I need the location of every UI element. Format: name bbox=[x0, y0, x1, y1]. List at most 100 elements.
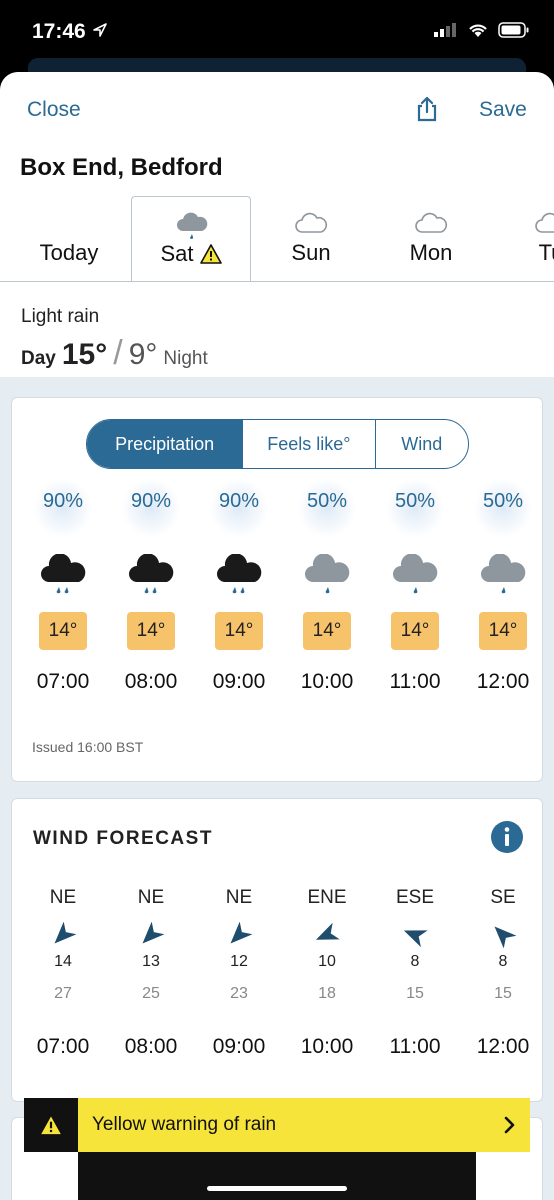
wind-arrow-icon bbox=[142, 921, 165, 944]
heavy-rain-cloud-icon bbox=[129, 554, 174, 594]
tab-sun[interactable]: Sun bbox=[251, 196, 371, 281]
close-button[interactable]: Close bbox=[27, 98, 81, 122]
wifi-icon bbox=[469, 24, 487, 37]
wind-time: 08:00 bbox=[124, 1035, 178, 1058]
sheet-header: Close Save Box End, Bedford Today Sat Su… bbox=[0, 72, 554, 282]
cloud-icon bbox=[535, 212, 554, 233]
temp-badge: 14° bbox=[391, 612, 439, 650]
rain-cloud-icon bbox=[177, 212, 208, 239]
chevron-right-icon bbox=[504, 1116, 515, 1134]
share-icon[interactable] bbox=[413, 95, 441, 123]
wind-direction: SE bbox=[490, 887, 516, 908]
hour-time: 08:00 bbox=[124, 670, 178, 693]
temp-badge: 14° bbox=[215, 612, 263, 650]
hour-time: 10:00 bbox=[300, 670, 354, 693]
hour-time: 09:00 bbox=[212, 670, 266, 693]
light-rain-cloud-icon bbox=[305, 554, 350, 594]
wind-speed: 13 bbox=[142, 953, 160, 970]
wind-gust: 23 bbox=[230, 985, 248, 1002]
warning-text: Yellow warning of rain bbox=[92, 1114, 277, 1135]
wind-direction: ESE bbox=[395, 887, 435, 908]
info-icon[interactable] bbox=[490, 820, 524, 854]
tab-label: Tu bbox=[538, 240, 554, 265]
heavy-rain-cloud-icon bbox=[217, 554, 262, 594]
wind-gust: 25 bbox=[142, 985, 160, 1002]
wind-direction: NE bbox=[137, 887, 165, 908]
precip-percent: 90% bbox=[218, 490, 260, 512]
precip-percent: 50% bbox=[306, 490, 348, 512]
hour-time: 07:00 bbox=[36, 670, 90, 693]
segment-feels-like[interactable]: Feels like° bbox=[243, 420, 376, 468]
wind-speed: 8 bbox=[410, 953, 420, 970]
wind-time: 11:00 bbox=[389, 1035, 441, 1058]
precip-percent: 50% bbox=[482, 490, 524, 512]
tab-label: Mon bbox=[409, 240, 453, 265]
wind-arrow-icon bbox=[230, 921, 253, 944]
wind-time: 10:00 bbox=[300, 1035, 354, 1058]
wind-direction: NE bbox=[49, 887, 77, 908]
home-indicator[interactable] bbox=[207, 1186, 347, 1191]
warning-map-preview bbox=[78, 1152, 476, 1200]
day-label: Day bbox=[21, 348, 56, 369]
warning-banner[interactable]: Yellow warning of rain bbox=[24, 1098, 530, 1152]
status-time: 17:46 bbox=[32, 20, 86, 43]
warning-triangle-icon bbox=[199, 244, 222, 264]
tab-tue[interactable]: Tu bbox=[491, 196, 554, 281]
wind-direction: NE bbox=[225, 887, 253, 908]
tab-label: Sun bbox=[291, 240, 331, 265]
save-button[interactable]: Save bbox=[479, 98, 527, 122]
wind-gust: 15 bbox=[406, 985, 424, 1002]
hour-time: 12:00 bbox=[476, 670, 530, 693]
cloud-icon bbox=[415, 212, 448, 233]
night-temp: 9° bbox=[128, 338, 158, 371]
light-rain-cloud-icon bbox=[481, 554, 526, 594]
heavy-rain-cloud-icon bbox=[41, 554, 86, 594]
temp-badge: 14° bbox=[39, 612, 87, 650]
location-title: Box End, Bedford bbox=[20, 154, 223, 181]
wind-gust: 15 bbox=[494, 985, 512, 1002]
wind-speed: 8 bbox=[498, 953, 508, 970]
wind-speed: 10 bbox=[318, 953, 336, 970]
day-temp: 15° bbox=[61, 338, 108, 371]
hourly-card: Precipitation Feels like° Wind 90% 14° 0… bbox=[11, 397, 543, 782]
precip-percent: 90% bbox=[130, 490, 172, 512]
cloud-icon bbox=[295, 212, 328, 233]
wind-arrow-icon bbox=[54, 921, 77, 944]
segment-wind[interactable]: Wind bbox=[376, 420, 469, 468]
night-label: Night bbox=[163, 348, 208, 369]
precip-percent: 50% bbox=[394, 490, 436, 512]
wind-forecast-card: WIND FORECAST NE 14 27 07:00 NE 13 25 08… bbox=[11, 798, 543, 1102]
light-rain-cloud-icon bbox=[393, 554, 438, 594]
day-summary: Light rain Day 15° / 9° Night bbox=[0, 282, 554, 377]
battery-icon bbox=[498, 22, 529, 38]
tab-sat[interactable]: Sat bbox=[131, 196, 251, 281]
issued-text: Issued 16:00 BST bbox=[32, 739, 144, 755]
segment-precipitation[interactable]: Precipitation bbox=[87, 420, 244, 468]
temp-divider: / bbox=[113, 334, 123, 372]
day-tabs: Today Sat Sun Mon T bbox=[0, 196, 554, 282]
wind-arrow-icon bbox=[315, 922, 340, 940]
tab-today[interactable]: Today bbox=[9, 196, 129, 281]
wind-time: 07:00 bbox=[36, 1035, 90, 1058]
wind-time: 09:00 bbox=[212, 1035, 266, 1058]
day-night-temps: Day 15° / 9° Night bbox=[21, 334, 208, 373]
wind-gust: 18 bbox=[318, 985, 336, 1002]
wind-forecast-title: WIND FORECAST bbox=[33, 828, 213, 849]
view-segmented-control: Precipitation Feels like° Wind bbox=[86, 419, 469, 469]
temp-badge: 14° bbox=[479, 612, 527, 650]
wind-arrow-icon bbox=[494, 926, 517, 949]
temp-badge: 14° bbox=[303, 612, 351, 650]
location-arrow-icon bbox=[93, 23, 107, 37]
temp-badge: 14° bbox=[127, 612, 175, 650]
warning-triangle-icon bbox=[39, 1114, 63, 1136]
precip-percent: 90% bbox=[42, 490, 84, 512]
hour-time: 11:00 bbox=[389, 670, 441, 693]
tab-mon[interactable]: Mon bbox=[371, 196, 491, 281]
wind-time: 12:00 bbox=[476, 1035, 530, 1058]
wind-speed: 12 bbox=[230, 953, 248, 970]
wind-direction: ENE bbox=[307, 887, 347, 908]
forecast-sheet: Close Save Box End, Bedford Today Sat Su… bbox=[0, 72, 554, 1200]
tab-label: Sat bbox=[160, 241, 194, 266]
wind-arrow-icon bbox=[403, 930, 428, 948]
signal-icon bbox=[434, 23, 456, 37]
